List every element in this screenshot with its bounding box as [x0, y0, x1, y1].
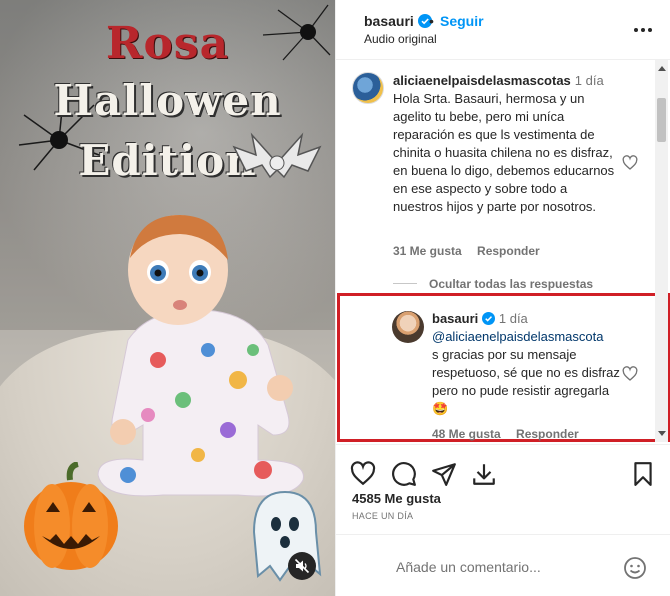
scroll-thumb[interactable]	[657, 98, 666, 142]
hide-replies-label[interactable]: Ocultar todas las respuestas	[429, 277, 593, 291]
header-separator: •	[429, 13, 434, 29]
scroll-down-arrow[interactable]	[658, 431, 666, 436]
post-header: basauri • Seguir Audio original	[336, 0, 670, 60]
follow-button[interactable]: Seguir	[440, 13, 484, 29]
comments-scrollbar[interactable]	[655, 60, 668, 442]
bookmark-icon[interactable]	[630, 461, 656, 487]
comment-icon[interactable]	[391, 461, 417, 487]
speaker-muted-icon	[294, 558, 310, 574]
avatar[interactable]	[392, 311, 424, 343]
divider	[393, 283, 417, 284]
reply-username[interactable]: basauri	[432, 311, 478, 326]
more-options-button[interactable]	[629, 16, 657, 40]
reply-body: s gracias por su mensaje respetuoso, sé …	[432, 347, 620, 398]
comment-username[interactable]: aliciaenelpaisdelasmascotas	[393, 73, 571, 88]
reply-meta: 48 Me gusta Responder	[432, 427, 579, 441]
more-horizontal-icon	[634, 28, 652, 32]
pumpkin-sticker	[24, 462, 118, 570]
reply-like-heart-icon[interactable]	[622, 366, 638, 382]
send-icon[interactable]	[431, 461, 457, 487]
baby-illustration	[97, 215, 304, 497]
post-timestamp[interactable]: HACE UN DÍA	[352, 511, 413, 521]
bat-sticker	[232, 132, 322, 179]
reply-likes-count[interactable]: 48 Me gusta	[432, 427, 501, 441]
action-bar	[336, 444, 670, 494]
comment-text: aliciaenelpaisdelasmascotas 1 día Hola Sr…	[393, 72, 618, 216]
reply-text: basauri 1 día @aliciaenelpaisdelasmascot…	[432, 310, 622, 418]
audio-original-link[interactable]: Audio original	[364, 32, 437, 46]
reply-reply-button[interactable]: Responder	[516, 427, 579, 441]
reply-mention-link[interactable]: @aliciaenelpaisdelasmascota	[432, 329, 603, 344]
add-comment-input[interactable]	[396, 557, 616, 577]
verified-badge-icon	[481, 312, 495, 325]
comments-list[interactable]: aliciaenelpaisdelasmascotas 1 día Hola Sr…	[336, 60, 670, 442]
mute-audio-button[interactable]	[288, 552, 316, 580]
smiley-icon[interactable]	[623, 556, 647, 580]
comment-reply-button[interactable]: Responder	[477, 244, 540, 258]
comment-meta: 31 Me gusta Responder	[393, 244, 540, 258]
media-title-rosa: Rosa	[105, 18, 230, 69]
scroll-up-arrow[interactable]	[658, 66, 666, 71]
post-media[interactable]: Rosa Hallowen Edition	[0, 0, 335, 596]
comment-likes-count[interactable]: 31 Me gusta	[393, 244, 462, 258]
hide-replies-button[interactable]: Ocultar todas las respuestas	[393, 277, 593, 291]
post-detail-panel: basauri • Seguir Audio original aliciaen…	[335, 0, 670, 596]
avatar[interactable]	[352, 72, 384, 104]
likes-count[interactable]: 4585 Me gusta	[352, 491, 441, 506]
download-icon[interactable]	[471, 461, 497, 487]
post-author-username[interactable]: basauri	[364, 13, 414, 29]
star-struck-emoji: 🤩	[432, 401, 449, 416]
comment-body: Hola Srta. Basauri, hermosa y un agelito…	[393, 91, 615, 214]
media-title-hallowen: Hallowen	[53, 76, 282, 125]
comment-time[interactable]: 1 día	[575, 73, 604, 88]
heart-icon[interactable]	[350, 461, 376, 487]
reply-time[interactable]: 1 día	[499, 311, 528, 326]
add-comment-bar	[336, 534, 670, 596]
post-author[interactable]: basauri	[364, 13, 432, 29]
comment-like-heart-icon[interactable]	[622, 155, 638, 171]
